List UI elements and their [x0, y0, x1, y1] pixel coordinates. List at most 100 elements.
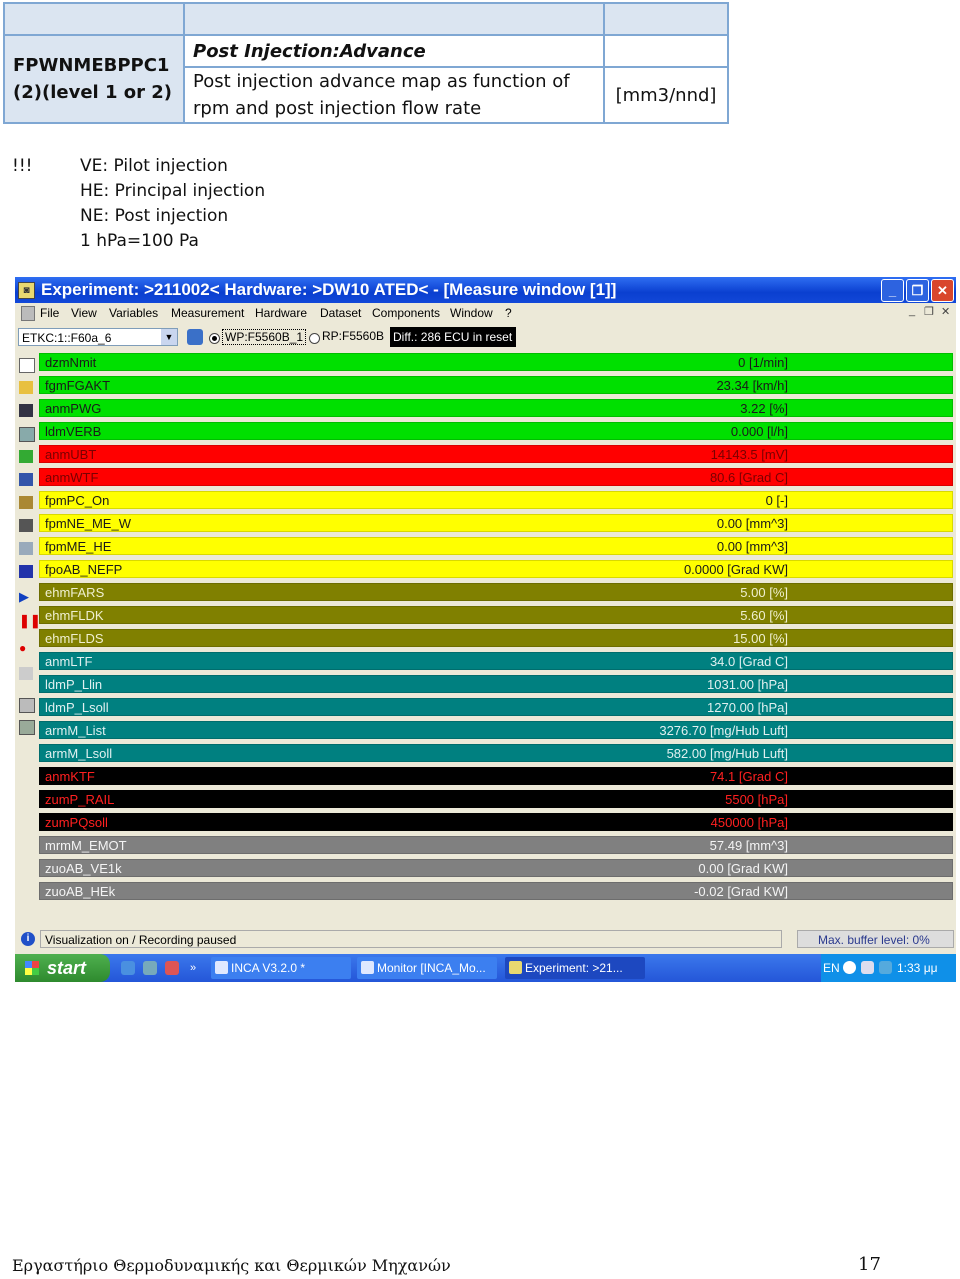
- measure-row[interactable]: mrmM_EMOT 57.49 [mm^3]: [39, 836, 953, 854]
- title-bar[interactable]: ◙ Experiment: >211002< Hardware: >DW10 A…: [15, 277, 956, 303]
- tools-icon[interactable]: [19, 519, 33, 532]
- language-indicator[interactable]: EN: [823, 954, 840, 982]
- measure-name: fpmNE_ME_W: [45, 516, 131, 531]
- close-button[interactable]: ✕: [931, 279, 954, 302]
- page-footer: Εργαστήριο Θερμοδυναμικής και Θερμικών Μ…: [12, 1256, 451, 1275]
- stop-icon[interactable]: [19, 565, 33, 578]
- clock[interactable]: 1:33 μμ: [897, 954, 938, 982]
- measure-value: 1270.00 [hPa]: [707, 700, 788, 715]
- start-button[interactable]: start: [15, 954, 110, 982]
- recorder-icon[interactable]: [19, 698, 35, 713]
- network-icon[interactable]: [143, 961, 157, 975]
- measure-row[interactable]: zumP_RAIL 5500 [hPa]: [39, 790, 953, 808]
- task-monitor[interactable]: Monitor [INCA_Mo...: [357, 957, 497, 979]
- measure-row[interactable]: dzmNmit 0 [1/min]: [39, 353, 953, 371]
- hardware-icon[interactable]: [19, 496, 33, 509]
- menu-help[interactable]: ?: [505, 306, 512, 320]
- chevron-down-icon[interactable]: ▼: [161, 329, 177, 345]
- restore-button[interactable]: ❐: [906, 279, 929, 302]
- note-line: 1 hPa=100 Pa: [80, 231, 199, 251]
- measure-row[interactable]: armM_List 3276.70 [mg/Hub Luft]: [39, 721, 953, 739]
- mdi-close-button[interactable]: ✕: [941, 305, 950, 318]
- measure-row[interactable]: ehmFLDK 5.60 [%]: [39, 606, 953, 624]
- window-icon[interactable]: [19, 542, 33, 555]
- measure-row[interactable]: ldmP_Llin 1031.00 [hPa]: [39, 675, 953, 693]
- measure-name: armM_Lsoll: [45, 746, 113, 761]
- measure-name: ldmVERB: [45, 424, 102, 439]
- wp-radio[interactable]: [209, 333, 220, 344]
- measure-row[interactable]: anmUBT 14143.5 [mV]: [39, 445, 953, 463]
- play-icon[interactable]: ▶: [19, 590, 33, 603]
- measure-value: 0.00 [Grad KW]: [698, 861, 788, 876]
- ie-icon[interactable]: [121, 961, 135, 975]
- measure-name: dzmNmit: [45, 355, 97, 370]
- document-icon[interactable]: [21, 306, 35, 321]
- variables-icon[interactable]: [19, 450, 33, 463]
- menu-file[interactable]: File: [40, 306, 59, 320]
- mdi-minimize-button[interactable]: _: [909, 305, 915, 317]
- mdi-restore-button[interactable]: ❐: [924, 305, 934, 318]
- database-icon[interactable]: [187, 329, 203, 345]
- minimize-button[interactable]: _: [881, 279, 904, 302]
- measure-row[interactable]: anmWTF 80.6 [Grad C]: [39, 468, 953, 486]
- measure-value: 5.60 [%]: [740, 608, 788, 623]
- measure-row[interactable]: ldmP_Lsoll 1270.00 [hPa]: [39, 698, 953, 716]
- menu-dataset[interactable]: Dataset: [320, 306, 361, 320]
- browser-icon[interactable]: [165, 961, 179, 975]
- device-select[interactable]: ETKC:1::F60a_6 ▼: [18, 328, 178, 346]
- save-icon[interactable]: [19, 404, 33, 417]
- measure-row[interactable]: ldmVERB 0.000 [l/h]: [39, 422, 953, 440]
- measure-row[interactable]: armM_Lsoll 582.00 [mg/Hub Luft]: [39, 744, 953, 762]
- new-icon[interactable]: [19, 358, 35, 373]
- trigger-icon[interactable]: [19, 667, 33, 680]
- menu-hardware[interactable]: Hardware: [255, 306, 307, 320]
- measure-row[interactable]: fgmFGAKT 23.34 [km/h]: [39, 376, 953, 394]
- grid-icon[interactable]: [19, 473, 33, 486]
- notes-list: VE: Pilot injection HE: Principal inject…: [80, 154, 380, 254]
- menu-view[interactable]: View: [71, 306, 97, 320]
- measure-row[interactable]: anmKTF 74.1 [Grad C]: [39, 767, 953, 785]
- measure-row[interactable]: anmPWG 3.22 [%]: [39, 399, 953, 417]
- measure-name: anmUBT: [45, 447, 97, 462]
- measure-value: 23.34 [km/h]: [716, 378, 788, 393]
- rp-radio[interactable]: [309, 333, 320, 344]
- measure-value: 5.00 [%]: [740, 585, 788, 600]
- pause-icon[interactable]: ❚❚: [19, 614, 41, 627]
- measure-name: ldmP_Llin: [45, 677, 103, 692]
- measure-value: 80.6 [Grad C]: [709, 470, 788, 485]
- settings-icon[interactable]: [19, 720, 35, 735]
- measure-value: 0.00 [mm^3]: [716, 516, 788, 531]
- table-cell-empty: [183, 2, 605, 36]
- measure-value: 34.0 [Grad C]: [709, 654, 788, 669]
- measure-row[interactable]: fpmME_HE 0.00 [mm^3]: [39, 537, 953, 555]
- menu-measurement[interactable]: Measurement: [171, 306, 244, 320]
- measure-row[interactable]: fpoAB_NEFP 0.0000 [Grad KW]: [39, 560, 953, 578]
- measure-row[interactable]: fpmPC_On 0 [-]: [39, 491, 953, 509]
- menu-window[interactable]: Window: [450, 306, 493, 320]
- task-label: Monitor [INCA_Mo...: [377, 961, 486, 975]
- measure-row[interactable]: zuoAB_VE1k 0.00 [Grad KW]: [39, 859, 953, 877]
- measure-row[interactable]: anmLTF 34.0 [Grad C]: [39, 652, 953, 670]
- measure-row[interactable]: fpmNE_ME_W 0.00 [mm^3]: [39, 514, 953, 532]
- wp-label[interactable]: WP:F5560B_1: [222, 329, 307, 345]
- tray-volume-icon[interactable]: [861, 961, 874, 974]
- open-folder-icon[interactable]: [19, 381, 33, 394]
- tray-app-icon[interactable]: [843, 961, 856, 974]
- task-experiment[interactable]: Experiment: >21...: [505, 957, 645, 979]
- status-bar: i Visualization on / Recording paused Ma…: [15, 928, 956, 950]
- print-icon[interactable]: [19, 427, 35, 442]
- measure-name: zuoAB_VE1k: [45, 861, 122, 876]
- tray-network-icon[interactable]: [879, 961, 892, 974]
- record-icon[interactable]: ●: [19, 642, 33, 655]
- measure-name: ldmP_Lsoll: [45, 700, 109, 715]
- measure-value: 74.1 [Grad C]: [709, 769, 788, 784]
- expand-icon[interactable]: »: [190, 961, 204, 975]
- measure-row[interactable]: zumPQsoll 450000 [hPa]: [39, 813, 953, 831]
- measure-row[interactable]: zuoAB_HEk -0.02 [Grad KW]: [39, 882, 953, 900]
- menu-components[interactable]: Components: [372, 306, 440, 320]
- measure-row[interactable]: ehmFARS 5.00 [%]: [39, 583, 953, 601]
- task-inca[interactable]: INCA V3.2.0 *: [211, 957, 351, 979]
- menu-variables[interactable]: Variables: [109, 306, 158, 320]
- rp-label[interactable]: RP:F5560B: [322, 329, 384, 343]
- measure-row[interactable]: ehmFLDS 15.00 [%]: [39, 629, 953, 647]
